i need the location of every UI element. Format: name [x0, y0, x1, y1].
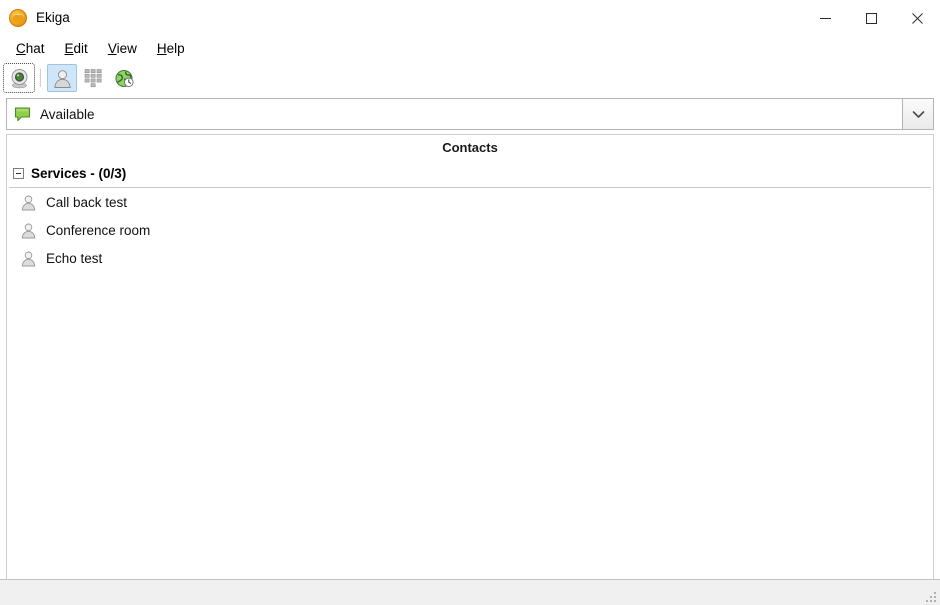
chevron-down-icon	[912, 110, 924, 118]
window-title: Ekiga	[36, 10, 70, 26]
contact-name: Conference room	[46, 222, 151, 238]
avatar-icon	[21, 251, 36, 266]
dialpad-icon	[84, 69, 101, 88]
contact-group-services[interactable]: Services - (0/3)	[7, 160, 933, 186]
toolbar-separator	[40, 69, 41, 87]
toolbar	[0, 61, 940, 95]
menu-view[interactable]: View	[98, 39, 147, 58]
presence-status-combobox[interactable]: Available	[6, 98, 934, 130]
minimize-button[interactable]	[802, 0, 848, 36]
menu-help[interactable]: Help	[147, 39, 195, 58]
call-history-button[interactable]	[109, 64, 139, 92]
presence-status-label: Available	[40, 106, 95, 122]
collapse-minus-icon[interactable]	[13, 167, 24, 179]
contact-name: Echo test	[46, 250, 103, 266]
close-button[interactable]	[894, 0, 940, 36]
menu-edit-rest: dit	[73, 41, 88, 56]
menu-chat-accel: C	[16, 41, 26, 56]
contact-row[interactable]: Conference room	[7, 216, 933, 244]
menu-view-rest: iew	[116, 41, 137, 56]
webcam-icon	[11, 68, 27, 88]
statusbar	[0, 579, 940, 605]
avatar-icon	[21, 195, 36, 210]
menu-chat-rest: hat	[25, 41, 45, 56]
green-speech-bubble-icon	[14, 106, 31, 121]
contacts-button[interactable]	[47, 64, 77, 92]
dialpad-button[interactable]	[78, 64, 108, 92]
menu-help-rest: elp	[166, 41, 185, 56]
contacts-panel: Contacts Services - (0/3) Call back test	[6, 134, 934, 579]
menu-chat[interactable]: Chat	[6, 39, 55, 58]
resize-grip-icon[interactable]	[925, 590, 938, 603]
presence-dropdown-button[interactable]	[902, 99, 933, 129]
contacts-panel-title: Contacts	[7, 135, 933, 160]
person-icon	[53, 69, 71, 88]
globe-icon	[115, 69, 134, 87]
menubar: Chat Edit View Help	[0, 36, 940, 61]
menu-edit[interactable]: Edit	[55, 39, 98, 58]
close-icon	[911, 12, 923, 24]
ekiga-main-window: Ekiga Chat Edit View Help Available Cont…	[0, 0, 940, 605]
ekiga-logo-icon	[9, 9, 27, 27]
contact-group-label: Services - (0/3)	[31, 165, 127, 181]
contact-row[interactable]: Echo test	[7, 244, 933, 272]
contacts-tree[interactable]: Services - (0/3) Call back test Conferen…	[7, 160, 933, 579]
presence-status-value[interactable]: Available	[7, 99, 902, 129]
maximize-button[interactable]	[848, 0, 894, 36]
minimize-icon	[819, 17, 831, 19]
contact-row[interactable]: Call back test	[7, 188, 933, 216]
avatar-icon	[21, 223, 36, 238]
video-preview-button[interactable]	[3, 63, 35, 93]
window-controls	[802, 0, 940, 36]
contact-name: Call back test	[46, 194, 128, 210]
menu-edit-accel: E	[64, 41, 74, 56]
menu-help-accel: H	[156, 41, 167, 56]
maximize-icon	[865, 12, 877, 24]
titlebar: Ekiga	[0, 0, 940, 36]
menu-view-accel: V	[107, 41, 117, 56]
